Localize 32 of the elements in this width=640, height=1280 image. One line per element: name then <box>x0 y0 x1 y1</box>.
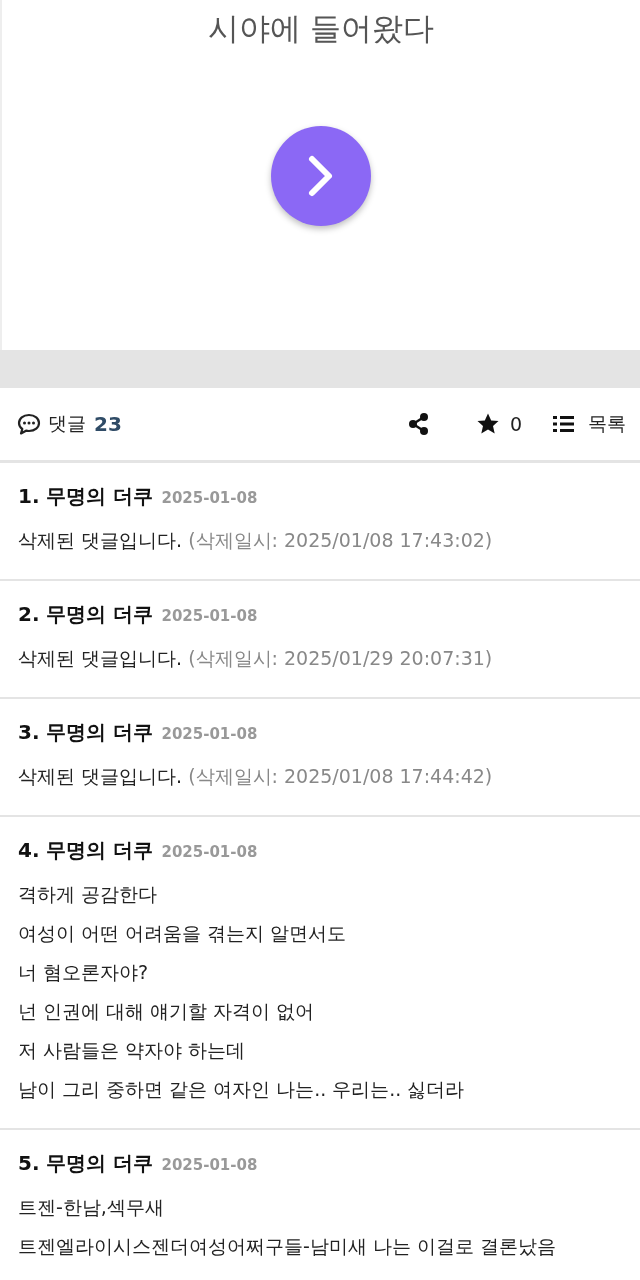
comment-text: 넌 인권에 대해 얘기할 자격이 없어 <box>18 999 316 1024</box>
comment-date: 2025-01-08 <box>161 607 258 625</box>
comment-text: 격하게 공감한다 <box>18 882 159 907</box>
deleted-comment-text: 삭제된 댓글입니다. (삭제일시: 2025/01/29 20:07:31) <box>18 646 494 671</box>
comment-text: 트젠-한남,섹무새 <box>18 1195 165 1220</box>
deleted-comment-text: 삭제된 댓글입니다. (삭제일시: 2025/01/08 17:43:02) <box>18 528 494 553</box>
comment-author: 5. 무명의 더쿠 <box>18 1150 154 1177</box>
comment-text: 너 혐오론자야? <box>18 960 150 985</box>
comment-author: 3. 무명의 더쿠 <box>18 719 154 746</box>
deleted-comment-text: 삭제된 댓글입니다. (삭제일시: 2025/01/08 17:44:42) <box>18 764 494 789</box>
comment-text: 저 사람들은 약자야 하는데 <box>18 1038 247 1063</box>
star-icon[interactable] <box>475 412 500 436</box>
chevron-right-icon <box>307 154 335 198</box>
speech-bubble-icon <box>16 412 42 436</box>
comments-label: 댓글 <box>48 411 86 436</box>
comment-date: 2025-01-08 <box>161 843 258 861</box>
favorite-count: 0 <box>509 413 522 435</box>
next-button[interactable] <box>271 126 371 226</box>
comment-text: 트젠엘라이시스젠더여성어쩌구들-남미새 나는 이걸로 결론났음 <box>18 1234 557 1259</box>
comment-author: 1. 무명의 더쿠 <box>18 483 154 510</box>
comment-text: 남이 그리 중하면 같은 여자인 나는.. 우리는.. 싫더라 <box>18 1077 466 1102</box>
list-link[interactable]: 목록 <box>588 411 626 437</box>
comment-author: 4. 무명의 더쿠 <box>18 837 154 864</box>
comment-count: 23 <box>94 412 122 436</box>
comment-date: 2025-01-08 <box>161 725 258 743</box>
share-icon[interactable] <box>407 412 430 436</box>
list-icon <box>552 414 576 434</box>
comment-author: 2. 무명의 더쿠 <box>18 601 154 628</box>
comment-date: 2025-01-08 <box>161 1156 258 1174</box>
comment-date: 2025-01-08 <box>161 489 258 507</box>
comment-text: 여성이 어떤 어려움을 겪는지 알면서도 <box>18 921 348 946</box>
post-title: 시야에 들어왔다 <box>207 9 435 48</box>
